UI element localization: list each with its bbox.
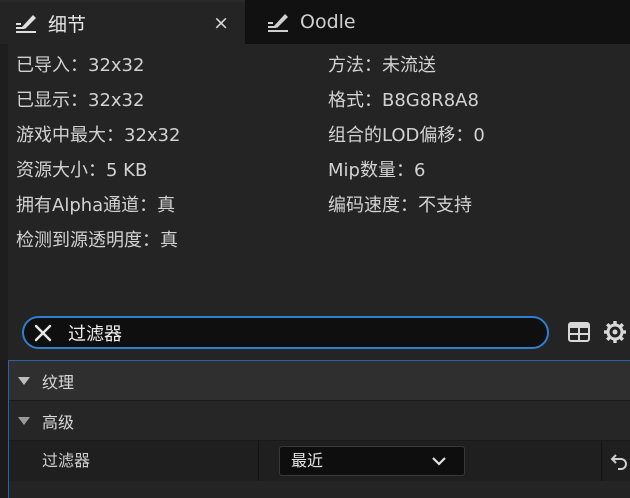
clear-search-button[interactable] bbox=[28, 318, 58, 348]
info-imported: 已导入：32x32 bbox=[16, 55, 145, 76]
table-view-icon[interactable] bbox=[567, 320, 591, 344]
column-divider-reset bbox=[601, 441, 602, 481]
info-format: 格式：B8G8R8A8 bbox=[328, 90, 479, 111]
info-source-alpha: 检测到源透明度：真 bbox=[16, 230, 178, 251]
texture-info-right: 方法：未流送 格式：B8G8R8A8 组合的LOD偏移：0 Mip数量：6 编码… bbox=[328, 48, 485, 223]
filter-dropdown[interactable]: 最近 bbox=[279, 446, 465, 476]
search-input[interactable] bbox=[68, 322, 508, 343]
expand-arrow-icon[interactable] bbox=[18, 416, 30, 425]
search-box bbox=[22, 316, 549, 349]
filter-dropdown-value: 最近 bbox=[291, 451, 324, 470]
category-texture[interactable]: 纹理 bbox=[9, 361, 630, 401]
property-name: 过滤器 bbox=[42, 451, 91, 470]
oodle-pencil-icon bbox=[268, 14, 288, 32]
close-icon bbox=[34, 324, 52, 341]
tab-oodle-label: Oodle bbox=[300, 11, 356, 33]
info-mip-count: Mip数量：6 bbox=[328, 160, 426, 181]
info-encode-speed: 编码速度：不支持 bbox=[328, 195, 472, 216]
category-advanced[interactable]: 高级 bbox=[9, 401, 630, 441]
info-method: 方法：未流送 bbox=[328, 55, 436, 76]
info-displayed: 已显示：32x32 bbox=[16, 90, 145, 111]
texture-info-left: 已导入：32x32 已显示：32x32 游戏中最大：32x32 资源大小：5 K… bbox=[16, 48, 180, 258]
info-resource-size: 资源大小：5 KB bbox=[16, 160, 148, 181]
tab-details-label: 细节 bbox=[48, 13, 87, 36]
chevron-down-icon bbox=[432, 457, 446, 466]
info-has-alpha: 拥有Alpha通道：真 bbox=[16, 195, 176, 216]
details-pencil-icon bbox=[16, 15, 36, 33]
info-max-ingame: 游戏中最大：32x32 bbox=[16, 125, 181, 146]
category-advanced-label: 高级 bbox=[42, 412, 75, 432]
property-row-filter: 过滤器 最近 bbox=[9, 441, 630, 481]
panel-edge bbox=[0, 44, 8, 360]
close-icon[interactable]: × bbox=[213, 12, 229, 34]
tab-bar: 细节 × Oodle bbox=[0, 0, 630, 44]
property-tree-empty bbox=[9, 481, 630, 498]
column-divider[interactable] bbox=[258, 441, 259, 481]
tab-details[interactable]: 细节 × bbox=[0, 0, 245, 44]
expand-arrow-icon[interactable] bbox=[18, 376, 30, 385]
tab-oodle[interactable]: Oodle bbox=[252, 0, 402, 44]
gear-icon[interactable] bbox=[603, 320, 627, 344]
info-lod-bias: 组合的LOD偏移：0 bbox=[328, 125, 485, 146]
reset-to-default-icon[interactable] bbox=[610, 452, 628, 470]
category-texture-label: 纹理 bbox=[42, 372, 75, 392]
